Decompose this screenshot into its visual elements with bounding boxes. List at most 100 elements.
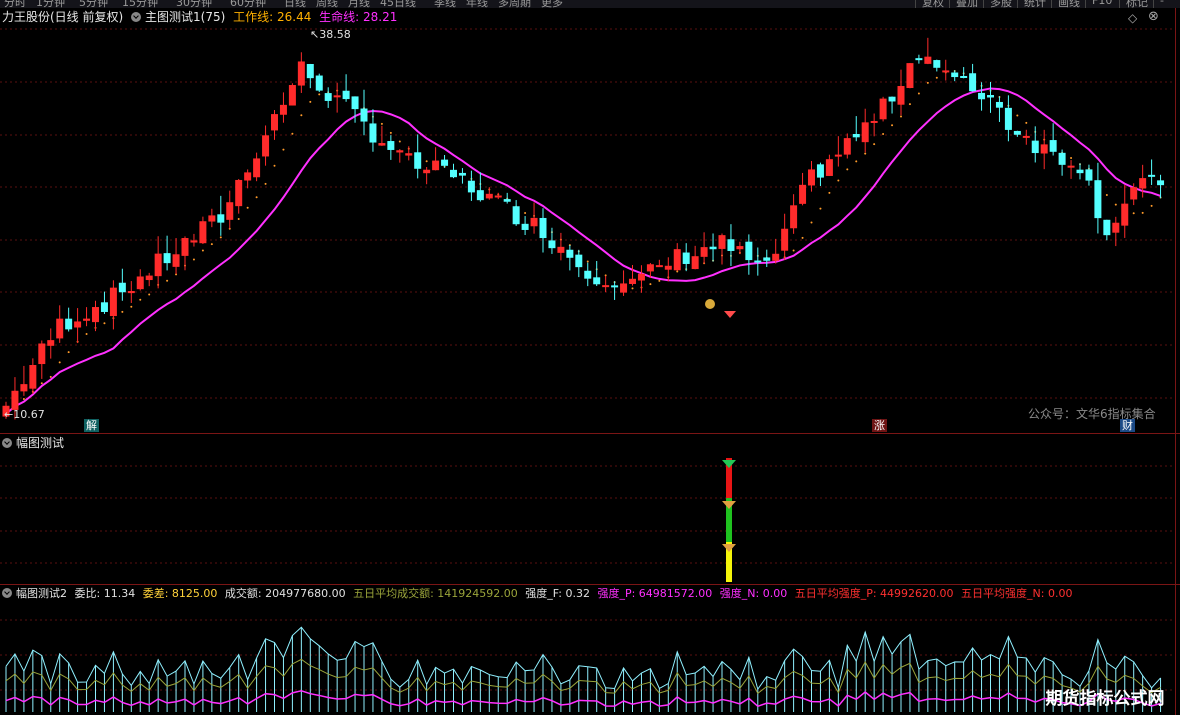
candle-body <box>995 101 1003 108</box>
turnover-value: 成交额: 204977680.00 <box>224 587 346 600</box>
work-line-dot <box>846 168 849 171</box>
candle-body <box>763 257 771 261</box>
candle-body <box>1049 140 1057 152</box>
candle-body <box>450 169 457 178</box>
candle-body <box>127 291 135 294</box>
work-line-dot <box>649 283 652 286</box>
candle-body <box>56 318 64 339</box>
candle-body <box>1121 203 1129 226</box>
work-line-dot <box>246 206 249 209</box>
candle-body <box>1022 135 1030 138</box>
candle-body <box>271 114 278 131</box>
window-controls: ◇ ⊗ <box>1120 9 1180 26</box>
candle-body <box>288 85 296 106</box>
candle-body <box>1148 174 1156 177</box>
work-line-dot <box>926 81 929 84</box>
close-icon[interactable]: ⊗ <box>1148 9 1159 24</box>
minimize-icon[interactable]: ◇ <box>1128 11 1137 25</box>
candle-body <box>1004 107 1012 130</box>
candle-body <box>47 340 55 346</box>
candle-body <box>1058 152 1066 165</box>
work-line-dot <box>1025 121 1028 124</box>
right-axis-line <box>1175 8 1176 715</box>
work-line-dot <box>873 143 876 146</box>
panel-separator[interactable] <box>0 433 1180 434</box>
candle-body <box>342 90 350 100</box>
work-line-dot <box>58 361 61 364</box>
candle-body <box>942 70 950 73</box>
work-line-dot <box>900 115 902 118</box>
candle-body <box>20 384 28 392</box>
work-line-dot <box>309 100 312 103</box>
candle-body <box>1031 140 1039 154</box>
avg-turnover-line <box>5 658 1161 695</box>
watermark-text: 公众号：文华6指标集合 <box>1028 407 1156 421</box>
work-line-dot <box>1150 204 1153 207</box>
candle-body <box>414 152 422 169</box>
candle-body <box>897 86 905 105</box>
chevron-down-icon[interactable] <box>2 438 12 448</box>
candle-body <box>861 122 869 143</box>
work-line-dot <box>389 131 392 134</box>
work-line-dot <box>917 92 920 95</box>
candle-body <box>333 95 341 98</box>
panel-separator[interactable] <box>0 584 1180 585</box>
work-line-dot <box>891 124 894 127</box>
work-line-dot <box>1114 203 1117 206</box>
panel3-header: 幅图测试2 委比: 11.34 委差: 8125.00 成交额: 2049776… <box>2 586 1076 602</box>
candle-body <box>494 195 502 198</box>
candle-body <box>324 93 332 101</box>
chart-canvas[interactable]: ↖38.58 ←10.67 <box>0 0 1180 715</box>
high-price-label: ↖38.58 <box>310 28 351 41</box>
candle-body <box>808 169 815 186</box>
weibi-value: 委比: 11.34 <box>74 587 136 600</box>
candle-body <box>879 98 887 120</box>
candle-body <box>145 275 153 281</box>
signal-tag-jie[interactable]: 解 <box>84 419 99 432</box>
candle-body <box>825 159 833 176</box>
candle-body <box>691 256 699 270</box>
candle-body <box>655 265 663 268</box>
work-line-dot <box>166 279 169 282</box>
panel3-title[interactable]: 幅图测试2 <box>16 587 67 600</box>
signal-gem-icon <box>722 544 736 552</box>
work-line-dot <box>291 132 294 135</box>
indicator-name[interactable]: 主图测试1(75) <box>145 10 225 24</box>
candle-body <box>530 217 538 227</box>
candle-body <box>548 240 556 249</box>
work-line-dot <box>318 93 321 96</box>
panel2-title[interactable]: 幅图测试 <box>16 436 64 450</box>
candle-body <box>181 238 189 256</box>
candle-body <box>727 239 735 251</box>
candle-body <box>369 123 377 143</box>
chevron-down-icon[interactable] <box>131 12 142 22</box>
candle-body <box>852 133 860 138</box>
candle-body <box>718 235 726 249</box>
candle-body <box>745 241 753 261</box>
candle-body <box>29 365 37 389</box>
signal-tag-cai[interactable]: 财 <box>1120 419 1135 432</box>
work-line-dot <box>882 133 885 136</box>
signal-gem-icon <box>722 501 736 509</box>
work-line-dot <box>67 351 70 354</box>
stock-label[interactable]: 力王股份(日线 前复权) <box>2 10 123 24</box>
work-line-dot <box>676 270 679 273</box>
work-line-dot <box>1016 114 1019 117</box>
candle-body <box>978 92 986 100</box>
work-line-dot <box>380 122 383 125</box>
candle-body <box>646 264 654 272</box>
candle-body <box>405 153 413 156</box>
candle-body <box>566 249 574 258</box>
candle-body <box>834 154 842 157</box>
chevron-down-icon[interactable] <box>2 588 12 598</box>
candle-body <box>100 302 108 312</box>
candle-body <box>1067 165 1075 168</box>
candle-body <box>906 63 914 89</box>
candle-body <box>1157 180 1165 186</box>
candle-body <box>109 287 117 317</box>
candle-body <box>65 318 73 330</box>
work-line-dot <box>810 221 813 224</box>
signal-tag-zhang[interactable]: 涨 <box>872 419 887 432</box>
candle-body <box>637 273 645 281</box>
candle-body <box>951 72 959 78</box>
